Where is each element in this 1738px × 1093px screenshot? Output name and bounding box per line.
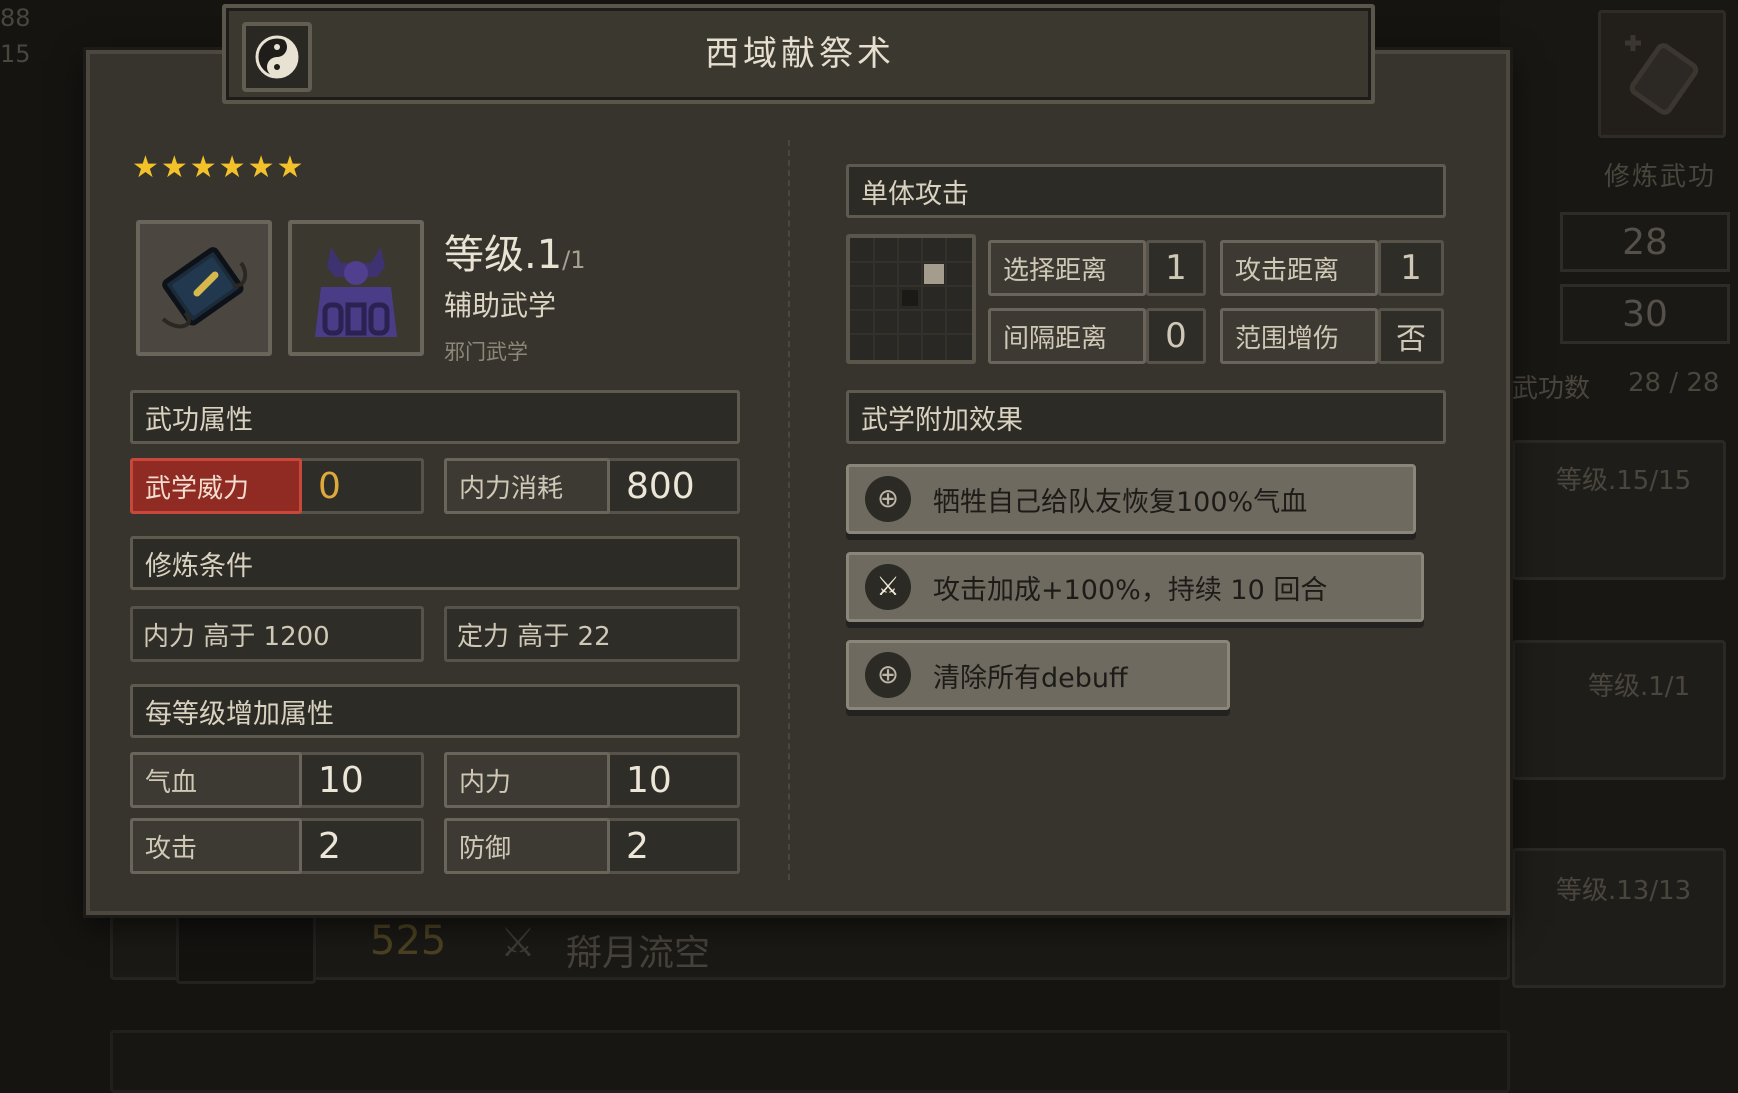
aoe-value: 否 xyxy=(1396,322,1426,357)
skill-title: 西域献祭术 xyxy=(705,34,895,74)
compass-icon: ⊕ xyxy=(865,476,911,522)
evil-art-slot[interactable] xyxy=(288,220,424,356)
hp-value: 10 xyxy=(318,759,364,801)
effect-text-3: 清除所有debuff xyxy=(933,662,1128,694)
mp-cost-label: 内力消耗 xyxy=(444,458,610,514)
effect-item-3[interactable]: ⊕ 清除所有debuff xyxy=(846,640,1230,710)
atk-label: 攻击 xyxy=(130,818,302,874)
sword-icon: ⚔ xyxy=(865,564,911,610)
bg-train-label: 修炼武功 xyxy=(1604,162,1717,192)
mp-cost-value: 800 xyxy=(626,465,695,507)
compass-icon-2: ⊕ xyxy=(865,652,911,698)
bg-count-label: 武功数 xyxy=(1512,374,1591,404)
bg-bottom-number: 525 xyxy=(370,918,447,964)
mp-value: 10 xyxy=(626,759,672,801)
bg-skill-card-2[interactable] xyxy=(1512,640,1726,780)
bg-bottom-slot xyxy=(176,914,316,984)
select-range-value-cell: 1 xyxy=(1146,240,1206,296)
bg-value-box-1: 28 xyxy=(1560,212,1730,272)
interval-label: 间隔距离 xyxy=(988,308,1146,364)
bg-skill-card-3[interactable] xyxy=(1512,848,1726,988)
skill-book-icon xyxy=(161,247,248,329)
effect-item-1[interactable]: ⊕ 牺牲自己给队友恢复100%气血 xyxy=(846,464,1416,534)
attack-range-label: 攻击距离 xyxy=(1220,240,1378,296)
book-plus-icon xyxy=(1625,35,1699,115)
bg-book-icon-box[interactable] xyxy=(1598,10,1726,138)
power-label: 武学威力 xyxy=(130,458,302,514)
bg-count-value: 28 / 28 xyxy=(1628,368,1720,398)
column-divider xyxy=(788,140,790,880)
yin-yang-badge xyxy=(242,22,312,92)
section-conditions: 修炼条件 xyxy=(130,536,740,590)
level-value: 等级.1 xyxy=(444,232,563,278)
category-label: 辅助武学 xyxy=(444,289,557,322)
interval-value: 0 xyxy=(1165,316,1187,356)
section-attributes: 武功属性 xyxy=(130,390,740,444)
effect-text-1: 牺牲自己给队友恢复100%气血 xyxy=(933,486,1308,518)
condition-1: 内力 高于 1200 xyxy=(130,606,424,662)
def-value: 2 xyxy=(626,825,649,867)
bg-bottom-row-2 xyxy=(110,1030,1510,1093)
attack-range-value: 1 xyxy=(1400,248,1422,288)
effect-text-2: 攻击加成+100%，持续 10 回合 xyxy=(933,574,1328,606)
attack-range-value-cell: 1 xyxy=(1378,240,1444,296)
range-grid xyxy=(846,234,976,364)
star-rating: ★★★★★★ xyxy=(132,150,306,185)
aoe-value-cell: 否 xyxy=(1378,308,1444,364)
bg-bottom-name: 搿月流空 xyxy=(566,933,711,974)
yin-yang-icon xyxy=(255,35,299,79)
effect-item-2[interactable]: ⚔ 攻击加成+100%，持续 10 回合 xyxy=(846,552,1424,622)
bg-value-box-2: 30 xyxy=(1560,284,1730,344)
level-label: 等级.1/1 xyxy=(444,222,586,280)
select-range-value: 1 xyxy=(1165,248,1187,288)
mp-label: 内力 xyxy=(444,752,610,808)
attack-type-header: 单体攻击 xyxy=(846,164,1446,218)
bg-level-2: 等级.1/1 xyxy=(1588,672,1691,702)
effects-header: 武学附加效果 xyxy=(846,390,1446,444)
hp-label: 气血 xyxy=(130,752,302,808)
level-max: /1 xyxy=(562,246,586,274)
power-value: 0 xyxy=(318,465,341,507)
bg-level-3: 等级.13/13 xyxy=(1556,876,1692,906)
range-grid-icon xyxy=(850,238,972,360)
bg-top-left-nums: 88 15 xyxy=(0,4,31,68)
condition-2: 定力 高于 22 xyxy=(444,606,740,662)
section-per-level: 每等级增加属性 xyxy=(130,684,740,738)
sub-category-label: 邪门武学 xyxy=(444,340,528,364)
skill-book-slot[interactable] xyxy=(136,220,272,356)
def-label: 防御 xyxy=(444,818,610,874)
bg-level-1: 等级.15/15 xyxy=(1556,466,1692,496)
select-range-label: 选择距离 xyxy=(988,240,1146,296)
interval-value-cell: 0 xyxy=(1146,308,1206,364)
demon-mask-icon xyxy=(315,247,397,337)
aoe-label: 范围增伤 xyxy=(1220,308,1378,364)
atk-value: 2 xyxy=(318,825,341,867)
bg-sword-icon: ⚔ xyxy=(500,920,536,966)
